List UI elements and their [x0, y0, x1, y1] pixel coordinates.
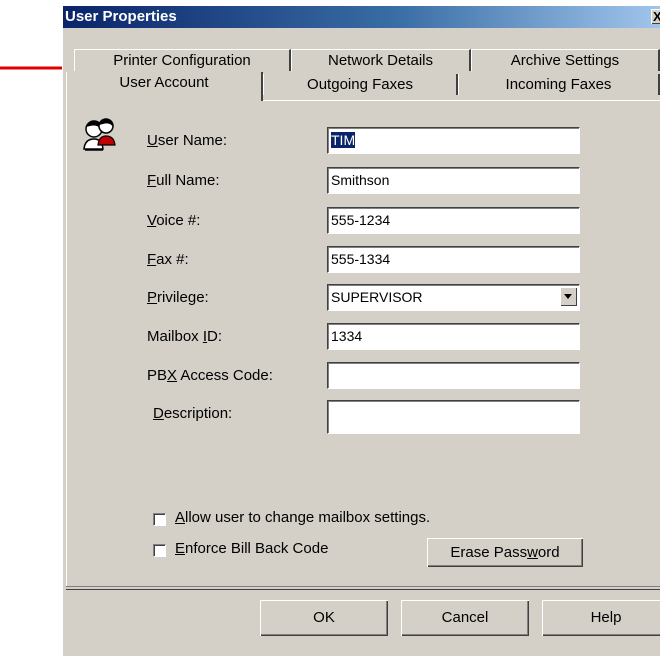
- tab-network-details[interactable]: Network Details: [291, 49, 471, 71]
- full-name-input[interactable]: Smithson: [327, 167, 580, 194]
- enforce-bill-back-label[interactable]: Enforce Bill Back Code: [175, 540, 328, 557]
- privilege-label: Privilege:: [147, 289, 209, 306]
- dialog-title: User Properties: [65, 8, 177, 25]
- fax-number-label: Fax #:: [147, 251, 189, 268]
- erase-password-button[interactable]: Erase Password: [427, 538, 583, 567]
- user-name-label: User Name:: [147, 132, 228, 149]
- tab-incoming-faxes[interactable]: Incoming Faxes: [458, 74, 660, 95]
- full-name-label: Full Name:: [147, 172, 220, 189]
- close-button[interactable]: X: [651, 9, 660, 24]
- privilege-select[interactable]: SUPERVISOR: [327, 284, 580, 311]
- tab-printer-configuration[interactable]: Printer Configuration: [74, 49, 291, 71]
- mailbox-id-label: Mailbox ID:: [147, 328, 223, 345]
- privilege-dropdown-button[interactable]: [560, 287, 577, 306]
- allow-change-mailbox-label[interactable]: Allow user to change mailbox settings.: [175, 509, 430, 526]
- users-icon: [83, 118, 116, 151]
- enforce-bill-back-checkbox[interactable]: [153, 544, 166, 557]
- voice-number-input[interactable]: 555-1234: [327, 207, 580, 234]
- pbx-access-code-input[interactable]: [327, 362, 580, 389]
- tab-panel-bottom-edge: [66, 586, 660, 590]
- cancel-button[interactable]: Cancel: [401, 600, 529, 636]
- user-properties-dialog: User Properties X Printer Configuration …: [62, 5, 660, 656]
- ok-button[interactable]: OK: [260, 600, 388, 636]
- pbx-access-code-label: PBX Access Code:: [147, 367, 273, 384]
- close-icon: X: [653, 9, 660, 24]
- user-name-input[interactable]: TIM: [327, 127, 580, 154]
- tab-archive-settings[interactable]: Archive Settings: [471, 49, 660, 71]
- title-bar: User Properties X: [63, 6, 660, 28]
- tab-panel-left-edge: [66, 100, 67, 586]
- help-button[interactable]: Help: [542, 600, 660, 636]
- fax-number-input[interactable]: 555-1334: [327, 246, 580, 273]
- description-input[interactable]: [327, 400, 580, 434]
- tab-user-account[interactable]: User Account: [66, 72, 263, 101]
- tab-panel-top-edge: [262, 100, 660, 101]
- voice-number-label: Voice #:: [147, 212, 201, 229]
- allow-change-mailbox-checkbox[interactable]: [153, 513, 166, 526]
- tab-outgoing-faxes[interactable]: Outgoing Faxes: [263, 74, 458, 95]
- chevron-down-icon: [564, 294, 572, 299]
- mailbox-id-input[interactable]: 1334: [327, 323, 580, 350]
- description-label: Description:: [153, 405, 233, 422]
